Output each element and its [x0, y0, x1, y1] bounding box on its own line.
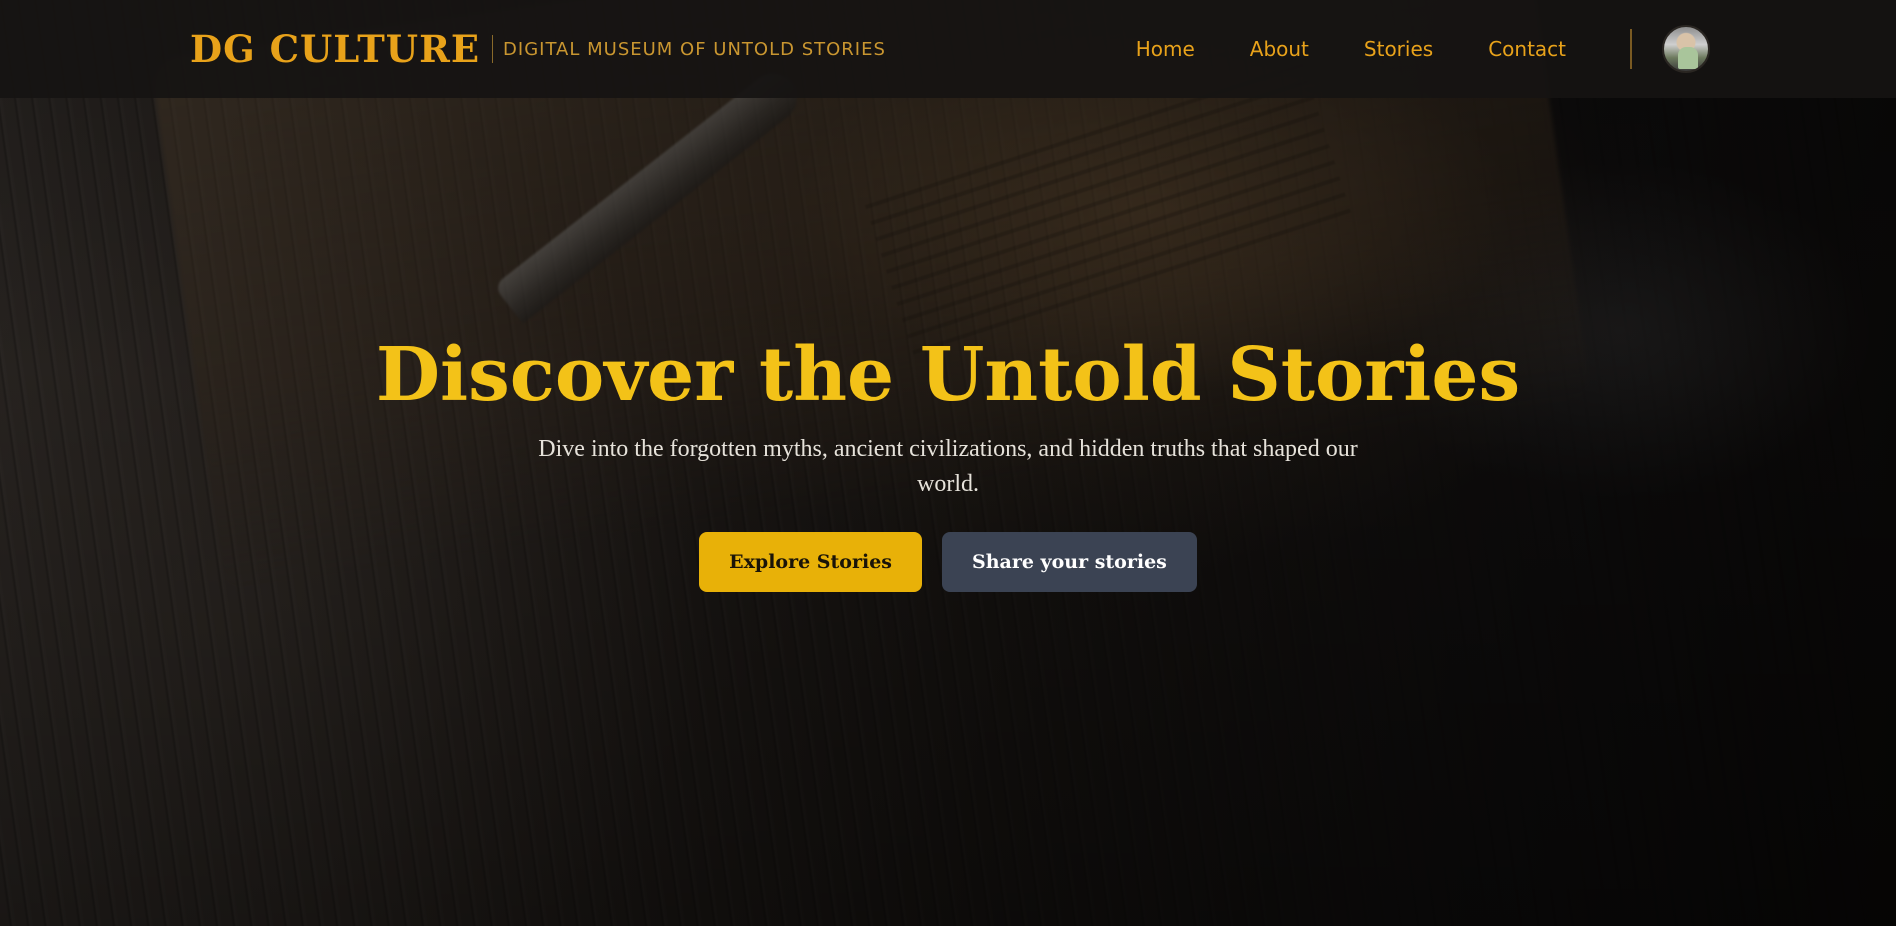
hero-section: Discover the Untold Stories Dive into th… — [0, 98, 1896, 926]
page: DG CULTURE DIGITAL MUSEUM OF UNTOLD STOR… — [0, 0, 1896, 926]
nav-home[interactable]: Home — [1136, 37, 1195, 61]
nav-about[interactable]: About — [1250, 37, 1309, 61]
cta-row: Explore Stories Share your stories — [699, 532, 1197, 592]
nav-stories[interactable]: Stories — [1364, 37, 1433, 61]
logo[interactable]: DG CULTURE — [190, 27, 480, 71]
site-tagline: DIGITAL MUSEUM OF UNTOLD STORIES — [503, 38, 886, 60]
nav-divider — [1630, 29, 1632, 69]
hero-title: Discover the Untold Stories — [375, 332, 1521, 418]
share-stories-button[interactable]: Share your stories — [942, 532, 1197, 592]
avatar-figure — [1678, 47, 1698, 69]
brand-divider — [492, 35, 494, 63]
brand[interactable]: DG CULTURE DIGITAL MUSEUM OF UNTOLD STOR… — [190, 27, 886, 71]
hero-subtitle: Dive into the forgotten myths, ancient c… — [538, 436, 1358, 497]
explore-stories-button[interactable]: Explore Stories — [699, 532, 922, 592]
site-header: DG CULTURE DIGITAL MUSEUM OF UNTOLD STOR… — [0, 0, 1896, 98]
user-avatar[interactable] — [1662, 25, 1710, 73]
nav-contact[interactable]: Contact — [1488, 37, 1566, 61]
main-nav: Home About Stories Contact — [1136, 37, 1566, 61]
